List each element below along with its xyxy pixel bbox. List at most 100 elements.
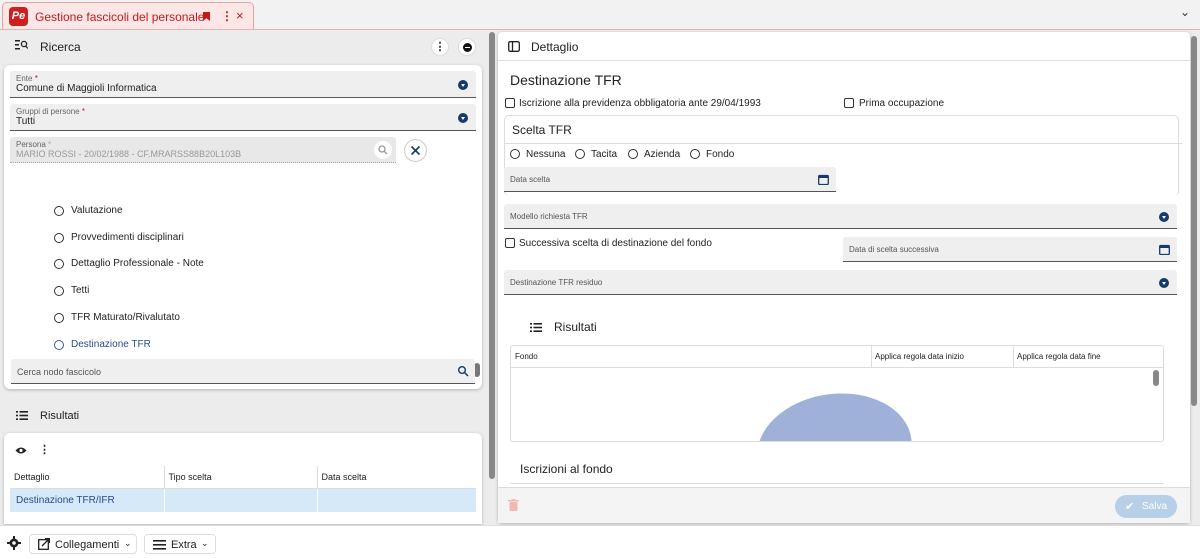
left-panel: Ricerca ⋮ Ente * Comune di Maggioli Info… (3, 33, 483, 524)
results-grid: Fondo Applica regola data inizio Applica… (510, 345, 1164, 442)
search-node-placeholder: Cerca nodo fascicolo (17, 367, 102, 377)
section-title: Destinazione TFR (510, 72, 622, 88)
table-cell (164, 488, 318, 512)
tree-node-label: Destinazione TFR (71, 338, 151, 350)
successiva-checkbox[interactable] (505, 238, 515, 248)
tree-node-label: Tetti (71, 285, 90, 297)
tree-node-label: Dettaglio Professionale - Note (71, 258, 204, 270)
save-label: Salva (1142, 501, 1168, 512)
iscrizioni-title: Iscrizioni al fondo (520, 462, 613, 476)
tree-node-radio[interactable] (54, 312, 64, 323)
dropdown-icon (458, 113, 468, 123)
data-successiva-label: Data di scelta successiva (849, 245, 939, 254)
close-tab-icon[interactable]: × (236, 8, 244, 23)
save-button[interactable]: ✔ Salva (1115, 495, 1177, 518)
extra-button[interactable]: Extra ⌄ (144, 534, 216, 554)
column-header[interactable]: Tipo scelta (164, 466, 318, 488)
tree-node-radio[interactable] (54, 232, 64, 243)
residuo-select[interactable]: Destinazione TFR residuo (504, 270, 1177, 295)
grid-header: Fondo Applica regola data inizio Applica… (511, 346, 1163, 368)
results-title: Risultati (40, 410, 80, 422)
ente-select[interactable]: Ente * Comune di Maggioli Informatica (10, 71, 476, 98)
gear-icon[interactable] (7, 536, 21, 553)
tree-node-radio[interactable] (54, 206, 64, 216)
gruppi-select[interactable]: Gruppi di persone * Tutti (10, 104, 476, 131)
scelta-tfr-title: Scelta TFR (512, 123, 572, 137)
column-header[interactable]: Fondo (515, 352, 538, 361)
column-header[interactable]: Applica regola data inizio (875, 352, 964, 361)
collegamenti-button[interactable]: Collegamenti ⌄ (29, 534, 137, 554)
panel-splitter[interactable] (489, 32, 495, 479)
external-link-icon (38, 537, 51, 553)
modello-label: Modello richiesta TFR (510, 212, 588, 221)
collegamenti-label: Collegamenti (55, 539, 120, 551)
detail-panel: Dettaglio Destinazione TFR Iscrizione al… (498, 32, 1190, 523)
search-card: Ente * Comune di Maggioli Informatica Gr… (4, 65, 482, 389)
table-cell: Destinazione TFR/IFR (10, 488, 165, 512)
collapse-icon (463, 43, 472, 52)
persona-field[interactable]: Persona * MARIO ROSSI - 20/02/1988 - CF.… (10, 137, 396, 163)
grid-scrollbar[interactable] (1153, 370, 1159, 386)
radio-nessuna[interactable] (510, 149, 520, 159)
detail-footer: ✔ Salva (498, 487, 1190, 523)
divider (498, 60, 1190, 61)
persona-label: Persona (16, 140, 46, 149)
column-header[interactable]: Data scelta (317, 466, 476, 488)
app-logo: Pe (9, 7, 28, 26)
calendar-icon[interactable] (818, 174, 829, 188)
more-options-icon[interactable]: ⋮ (431, 38, 449, 56)
prima-occupazione-label: Prima occupazione (859, 98, 945, 109)
radio-azienda[interactable] (628, 149, 638, 159)
successiva-label: Successiva scelta di destinazione del fo… (519, 238, 712, 249)
table-menu-icon[interactable]: ⋮ (39, 443, 50, 456)
column-separator (1013, 346, 1014, 368)
radio-azienda-label: Azienda (644, 149, 681, 160)
tree-node-radio[interactable] (54, 259, 64, 270)
search-icon[interactable] (374, 141, 392, 159)
calendar-icon[interactable] (1159, 244, 1170, 258)
tab-title: Gestione fascicoli del personale (35, 10, 205, 24)
search-panel-title: Ricerca (40, 40, 81, 54)
divider (504, 143, 1182, 144)
empty-state-illustration (750, 383, 919, 441)
collapse-button[interactable] (458, 38, 476, 56)
trash-icon[interactable] (508, 499, 519, 514)
search-icon[interactable] (457, 365, 469, 380)
residuo-label: Destinazione TFR residuo (510, 278, 603, 287)
tree-node-radio[interactable] (54, 339, 64, 350)
tab-menu-icon[interactable]: ⋮ (221, 9, 233, 23)
column-separator (871, 346, 872, 368)
prima-occupazione-checkbox[interactable] (844, 98, 854, 108)
chevron-down-icon[interactable]: ⌄ (1180, 5, 1190, 19)
radio-fondo[interactable] (690, 149, 700, 159)
app-tab[interactable]: Pe Gestione fascicoli del personale ⋮ × (2, 2, 254, 29)
gruppi-value: Tutti (16, 116, 36, 127)
extra-label: Extra (171, 539, 197, 551)
data-successiva-field[interactable]: Data di scelta successiva (843, 237, 1177, 262)
search-node-input[interactable]: Cerca nodo fascicolo (11, 359, 475, 384)
search-list-icon (15, 39, 29, 53)
data-scelta-label: Data scelta (510, 175, 551, 184)
column-header[interactable]: Applica regola data fine (1017, 352, 1101, 361)
radio-tacita[interactable] (575, 149, 585, 159)
ente-value: Comune di Maggioli Informatica (16, 83, 157, 94)
ente-label: Ente (16, 74, 33, 83)
bottom-bar: Collegamenti ⌄ Extra ⌄ (0, 525, 1200, 559)
column-header[interactable]: Dettaglio (10, 466, 165, 488)
divider (510, 483, 1164, 484)
tree-node-radio[interactable] (54, 286, 64, 297)
bookmark-icon[interactable] (203, 12, 210, 21)
page-scrollbar[interactable] (1191, 36, 1197, 406)
data-scelta-field[interactable]: Data scelta (504, 167, 836, 192)
detail-title: Dettaglio (531, 40, 579, 54)
list-icon (16, 411, 28, 423)
chevron-down-icon: ⌄ (201, 538, 209, 548)
list-icon (530, 323, 542, 335)
radio-fondo-label: Fondo (706, 149, 735, 160)
eye-icon[interactable] (15, 446, 27, 458)
iscrizione-checkbox[interactable] (505, 98, 515, 108)
table-row[interactable]: Destinazione TFR/IFR (10, 488, 476, 512)
sidebar-toggle-icon[interactable] (508, 41, 520, 55)
clear-persona-button[interactable] (404, 139, 427, 162)
modello-select[interactable]: Modello richiesta TFR (504, 204, 1177, 229)
